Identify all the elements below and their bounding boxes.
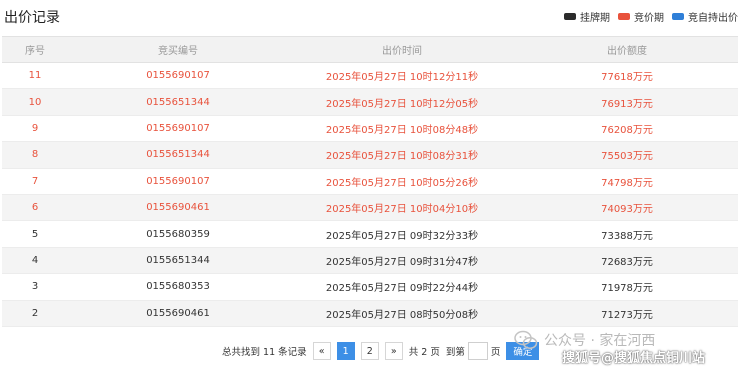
cell-time: 2025年05月27日 09时32分33秒 (288, 220, 516, 248)
cell-amount: 72683万元 (516, 247, 738, 275)
cell-amount: 74798万元 (516, 168, 738, 195)
cell-time: 2025年05月27日 10时04分10秒 (288, 194, 516, 222)
cell-code: 0155651344 (68, 247, 288, 275)
cell-amount: 76208万元 (516, 115, 738, 143)
column-header-amount: 出价额度 (516, 36, 738, 63)
total-records-text: 总共找到 11 条记录 (222, 347, 307, 358)
prev-page-button[interactable]: « (312, 342, 331, 360)
cell-seq: 7 (2, 168, 68, 195)
page-title: 出价记录 (4, 10, 60, 26)
cell-time: 2025年05月27日 10时12分11秒 (288, 62, 516, 90)
cell-time: 2025年05月27日 10时08分31秒 (288, 141, 516, 169)
table-row: 10 0155651344 2025年05月27日 10时12分05秒 7691… (2, 88, 738, 116)
table-row: 4 0155651344 2025年05月27日 09时31分47秒 72683… (2, 247, 738, 275)
page-jump-input[interactable] (467, 342, 488, 360)
cell-time: 2025年05月27日 10时08分48秒 (288, 115, 516, 143)
listing-swatch-icon (564, 13, 576, 20)
legend-label-listing: 挂牌期 (580, 13, 610, 24)
cell-seq: 3 (2, 273, 68, 301)
cell-amount: 77618万元 (516, 62, 738, 90)
chat-bubble-icon (514, 330, 538, 349)
pagination: 总共找到 11 条记录 « 1 2 » 共 2 页 到第 页 确定 (222, 342, 540, 360)
cell-seq: 8 (2, 141, 68, 169)
cell-amount: 74093万元 (516, 194, 738, 222)
column-header-code: 竞买编号 (68, 36, 288, 63)
cell-seq: 2 (2, 300, 68, 327)
table-row: 11 0155690107 2025年05月27日 10时12分11秒 7761… (2, 62, 738, 90)
column-header-time: 出价时间 (288, 36, 516, 63)
bid-records-table: 序号 竞买编号 出价时间 出价额度 11 0155690107 2025年05月… (2, 36, 738, 327)
cell-seq: 11 (2, 62, 68, 90)
table-row: 2 0155690461 2025年05月27日 08时50分08秒 71273… (2, 300, 738, 327)
cell-amount: 76913万元 (516, 88, 738, 116)
legend-label-bidding: 竞价期 (634, 13, 664, 24)
table-header-row: 序号 竞买编号 出价时间 出价额度 (2, 36, 738, 63)
cell-code: 0155690107 (68, 168, 288, 195)
self-held-swatch-icon (672, 13, 684, 20)
total-pages-text: 共 2 页 (408, 347, 440, 358)
cell-seq: 6 (2, 194, 68, 222)
cell-amount: 75503万元 (516, 141, 738, 169)
cell-amount: 73388万元 (516, 220, 738, 248)
table-row: 3 0155680353 2025年05月27日 09时22分44秒 71978… (2, 273, 738, 301)
bid-records-header: 出价记录 挂牌期 竞价期 竞自持出价 (0, 0, 740, 34)
cell-seq: 4 (2, 247, 68, 275)
table-row: 6 0155690461 2025年05月27日 10时04分10秒 74093… (2, 194, 738, 222)
legend-item-bidding: 竞价期 (618, 9, 664, 24)
legend-label-self-held: 竞自持出价 (688, 13, 738, 24)
cell-seq: 5 (2, 220, 68, 248)
source-watermark: 搜狐号@搜狐焦点铜川站 (562, 351, 706, 366)
cell-code: 0155690107 (68, 115, 288, 143)
cell-time: 2025年05月27日 10时12分05秒 (288, 88, 516, 116)
cell-time: 2025年05月27日 08时50分08秒 (288, 300, 516, 327)
status-legend: 挂牌期 竞价期 竞自持出价 (556, 9, 738, 24)
cell-amount: 71273万元 (516, 300, 738, 327)
page-suffix-label: 页 (490, 347, 501, 358)
page-button-2[interactable]: 2 (360, 342, 379, 360)
cell-seq: 9 (2, 115, 68, 143)
legend-item-listing: 挂牌期 (564, 9, 610, 24)
cell-code: 0155690461 (68, 300, 288, 327)
next-page-button[interactable]: » (384, 342, 403, 360)
cell-time: 2025年05月27日 10时05分26秒 (288, 168, 516, 195)
cell-code: 0155651344 (68, 88, 288, 116)
column-header-seq: 序号 (2, 36, 68, 63)
cell-code: 0155680353 (68, 273, 288, 301)
table-row: 9 0155690107 2025年05月27日 10时08分48秒 76208… (2, 115, 738, 143)
cell-code: 0155651344 (68, 141, 288, 169)
cell-time: 2025年05月27日 09时31分47秒 (288, 247, 516, 275)
table-row: 8 0155651344 2025年05月27日 10时08分31秒 75503… (2, 141, 738, 169)
cell-amount: 71978万元 (516, 273, 738, 301)
cell-seq: 10 (2, 88, 68, 116)
legend-item-self-held: 竞自持出价 (672, 9, 738, 24)
table-row: 5 0155680359 2025年05月27日 09时32分33秒 73388… (2, 220, 738, 248)
cell-time: 2025年05月27日 09时22分44秒 (288, 273, 516, 301)
jump-label: 到第 (445, 347, 465, 358)
cell-code: 0155680359 (68, 220, 288, 248)
cell-code: 0155690461 (68, 194, 288, 222)
cell-code: 0155690107 (68, 62, 288, 90)
bidding-swatch-icon (618, 13, 630, 20)
page-button-1[interactable]: 1 (336, 342, 355, 360)
table-row: 7 0155690107 2025年05月27日 10时05分26秒 74798… (2, 168, 738, 195)
